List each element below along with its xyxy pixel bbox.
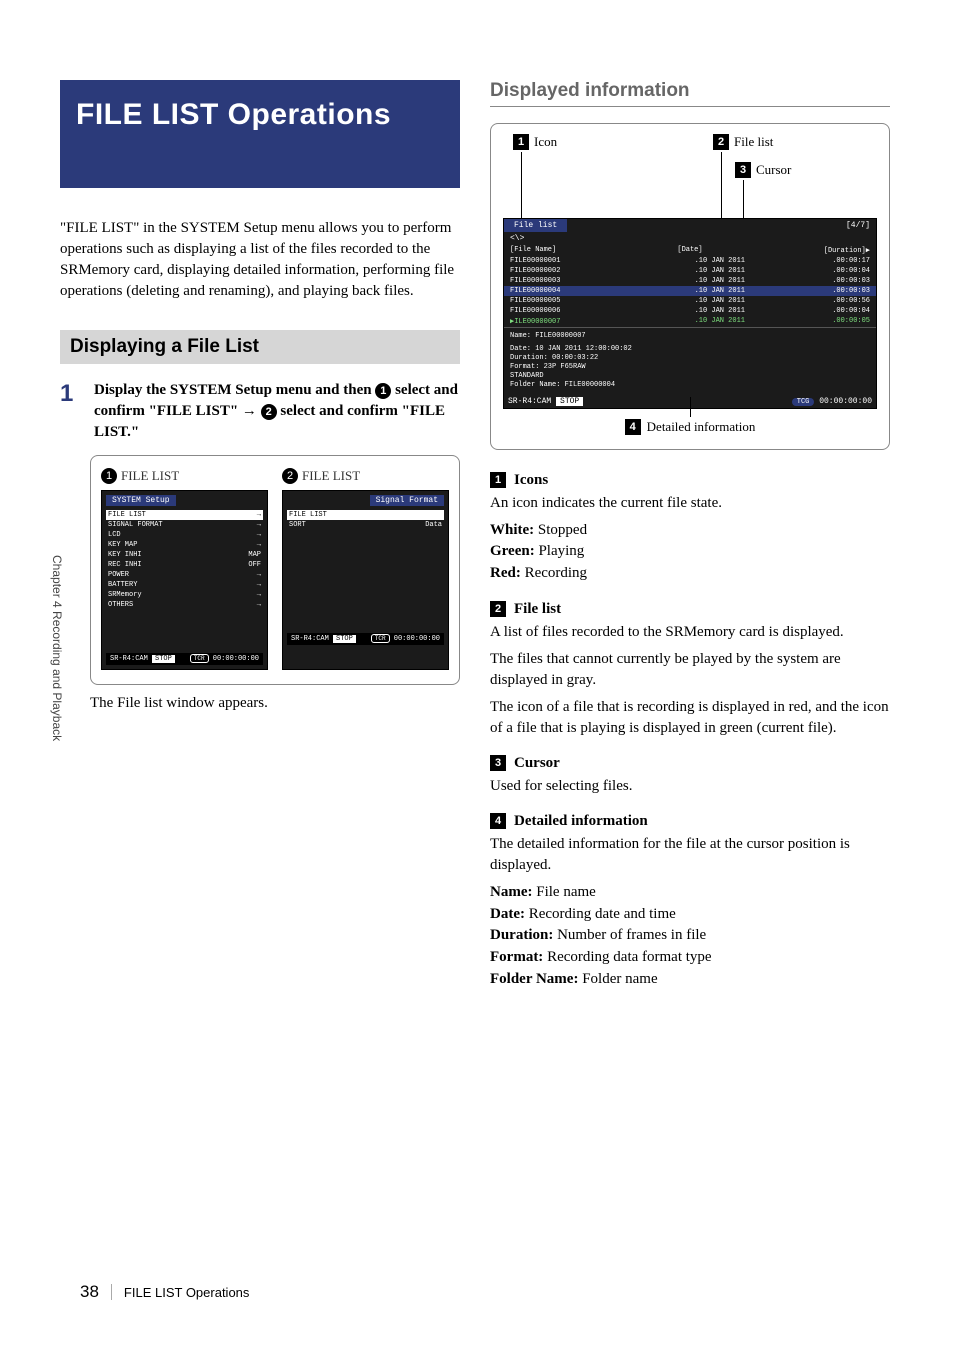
menu-item: KEY INHIMAP: [106, 550, 263, 560]
file-row: ▶ILE00000007.10 JAN 2011.00:00:05: [504, 316, 876, 327]
step-number: 1: [60, 380, 82, 443]
menu-panel-system: SYSTEM Setup FILE LIST→SIGNAL FORMAT→LCD…: [101, 490, 268, 670]
fig-marker-1: 1: [101, 468, 117, 484]
page-banner: FILE LIST Operations: [60, 80, 460, 188]
kv-line: Format: Recording data format type: [490, 947, 890, 969]
file-row: FILE00000001.10 JAN 2011.00:00:17: [504, 256, 876, 266]
fig-label-1: FILE LIST: [121, 468, 179, 484]
kv-line: Name: File name: [490, 882, 890, 904]
kv-line: Green: Playing: [490, 541, 890, 563]
menu-title-system: SYSTEM Setup: [106, 495, 176, 506]
intro-paragraph: "FILE LIST" in the SYSTEM Setup menu all…: [60, 218, 460, 302]
fp-detail: Name: FILE00000007 Date: 10 JAN 2011 12:…: [504, 327, 876, 395]
footer-title: FILE LIST Operations: [124, 1285, 250, 1300]
menu-panel-signal: Signal Format FILE LISTSORTData SR-R4:CA…: [282, 490, 449, 670]
item-head-filelist: 2 File list: [490, 601, 890, 618]
item-head-icons: 1 Icons: [490, 472, 890, 489]
callout-cursor: Cursor: [756, 162, 791, 178]
file-row: FILE00000005.10 JAN 2011.00:00:56: [504, 296, 876, 306]
menu-item: FILE LIST: [287, 510, 444, 520]
kv-line: Red: Recording: [490, 563, 890, 585]
side-tab: Chapter 4 Recording and Playback: [50, 555, 64, 741]
item-head-cursor: 3 Cursor: [490, 755, 890, 772]
section-heading-displayed-info: Displayed information: [490, 80, 890, 107]
kv-line: Duration: Number of frames in file: [490, 925, 890, 947]
menu-item: KEY MAP→: [106, 540, 263, 550]
fp-nav: <\>: [504, 232, 876, 245]
inline-marker-1: 1: [375, 383, 391, 399]
display-figure: 1 Icon 2 File list 3 Cursor File list [4…: [490, 123, 890, 450]
menu-item: BATTERY→: [106, 580, 263, 590]
step-text: Display the SYSTEM Setup menu and then 1…: [94, 380, 460, 443]
file-row: FILE00000002.10 JAN 2011.00:00:04: [504, 266, 876, 276]
page-number: 38: [80, 1282, 99, 1302]
fig-label-2: FILE LIST: [302, 468, 360, 484]
menu-item: LCD→: [106, 530, 263, 540]
callout-file-list: File list: [734, 134, 773, 150]
kv-line: White: Stopped: [490, 520, 890, 542]
file-row: FILE00000003.10 JAN 2011.00:00:03: [504, 276, 876, 286]
menu-item: OTHERS→: [106, 600, 263, 610]
item-body-icons: An icon indicates the current file state…: [490, 493, 890, 514]
menu-figure: 1 FILE LIST SYSTEM Setup FILE LIST→SIGNA…: [90, 455, 460, 685]
page-footer: 38 FILE LIST Operations: [80, 1282, 249, 1302]
menu-item: REC INHIOFF: [106, 560, 263, 570]
item-body-filelist-1: A list of files recorded to the SRMemory…: [490, 622, 890, 643]
item-body-filelist-2: The files that cannot currently be playe…: [490, 649, 890, 691]
menu-item: SIGNAL FORMAT→: [106, 520, 263, 530]
fp-tab: File list: [504, 219, 567, 232]
menu-item: SRMemory→: [106, 590, 263, 600]
step-1: 1 Display the SYSTEM Setup menu and then…: [60, 380, 460, 443]
item-body-filelist-3: The icon of a file that is recording is …: [490, 697, 890, 739]
kv-line: Folder Name: Folder name: [490, 969, 890, 991]
callout-detail: Detailed information: [647, 419, 756, 435]
fp-count: [4/7]: [840, 219, 876, 232]
callout-icon: Icon: [534, 134, 557, 150]
figure-caption: The File list window appears.: [90, 695, 460, 712]
menu-item: SORTData: [287, 520, 444, 530]
inline-marker-2: 2: [261, 404, 277, 420]
menu-title-signal: Signal Format: [370, 495, 444, 506]
file-list-panel: File list [4/7] <\> [File Name] [Date] […: [503, 218, 877, 409]
file-row: FILE00000006.10 JAN 2011.00:00:04: [504, 306, 876, 316]
menu-item: FILE LIST→: [106, 510, 263, 520]
kv-line: Date: Recording date and time: [490, 904, 890, 926]
file-row: FILE00000004.10 JAN 2011.00:00:03: [504, 286, 876, 296]
menu-item: POWER→: [106, 570, 263, 580]
fp-columns: [File Name] [Date] [Duration]▶: [504, 245, 876, 256]
page-title: FILE LIST Operations: [76, 98, 444, 132]
fig-marker-2: 2: [282, 468, 298, 484]
item-body-cursor: Used for selecting files.: [490, 776, 890, 797]
item-body-detail: The detailed information for the file at…: [490, 834, 890, 876]
item-head-detail: 4 Detailed information: [490, 813, 890, 830]
section-heading-display-file-list: Displaying a File List: [60, 330, 460, 364]
